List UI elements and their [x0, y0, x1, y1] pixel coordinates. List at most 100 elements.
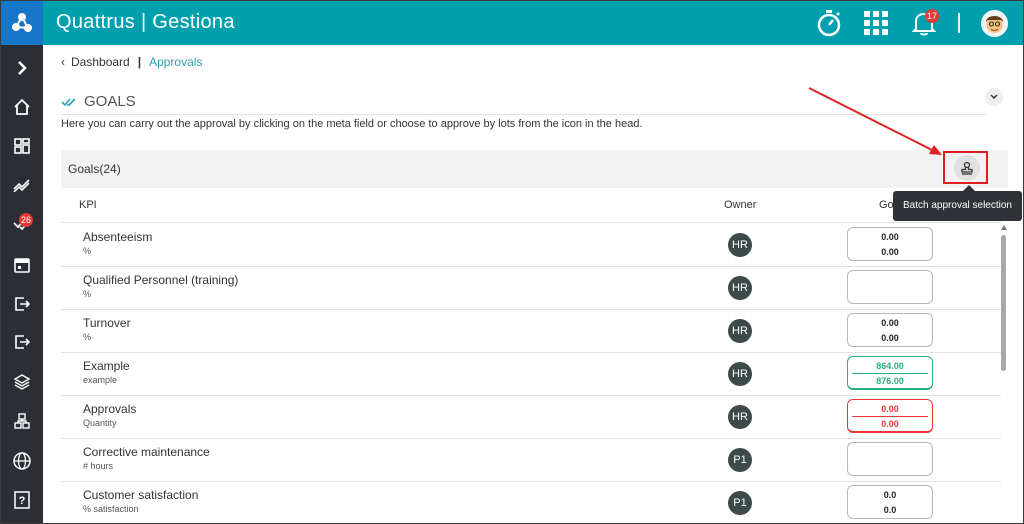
- owner-avatar: HR: [728, 362, 752, 386]
- logo-icon: [12, 13, 32, 32]
- goal-field[interactable]: 0.0 0.0: [847, 485, 933, 519]
- kpi-name: Corrective maintenance: [83, 445, 210, 459]
- trend-icon: [13, 179, 30, 192]
- table-row[interactable]: Turnover % HR 0.00 0.00: [61, 310, 1001, 353]
- kpi-name: Customer satisfaction: [83, 488, 199, 502]
- kpi-unit: % satisfaction: [83, 504, 139, 514]
- goal-value-top: 0.00: [881, 404, 899, 414]
- double-check-icon: [61, 97, 76, 106]
- breadcrumb: ‹ Dashboard | Approvals: [61, 55, 202, 69]
- approvals-badge: 26: [19, 213, 33, 227]
- goal-field-approved[interactable]: 864.00 876.00: [847, 356, 933, 390]
- sidebar-item-exit[interactable]: [1, 289, 43, 319]
- chevron-left-icon[interactable]: ‹: [61, 55, 65, 69]
- owner-avatar: P1: [728, 448, 752, 472]
- kpi-name: Turnover: [83, 316, 131, 330]
- sidebar: 26 ?: [1, 45, 43, 523]
- sidebar-item-help[interactable]: ?: [1, 485, 43, 515]
- header-divider: [958, 13, 960, 33]
- sidebar-item-calendar[interactable]: [1, 250, 43, 280]
- app-window: Quattrus | Gestiona 17 26 ? ‹ Dashboard …: [0, 0, 1024, 524]
- notification-badge: 17: [925, 9, 939, 23]
- logout-icon: [15, 335, 30, 349]
- goal-divider: [852, 373, 928, 374]
- goal-value-top: 0.00: [881, 318, 899, 328]
- help-icon: ?: [14, 491, 30, 509]
- goal-divider: [852, 416, 928, 417]
- kpi-name: Absenteeism: [83, 230, 153, 244]
- goal-value-bottom: 0.0: [883, 505, 897, 515]
- table-row[interactable]: Customer satisfaction % satisfaction P1 …: [61, 482, 1001, 523]
- goals-panel-header: Goals(24): [61, 150, 1008, 188]
- owner-avatar: HR: [728, 276, 752, 300]
- sidebar-item-logout[interactable]: [1, 327, 43, 357]
- section-divider: [61, 114, 986, 115]
- scroll-up-arrow[interactable]: [1001, 225, 1007, 230]
- exit-icon: [15, 297, 30, 311]
- globe-icon: [13, 452, 31, 470]
- owner-avatar: HR: [728, 233, 752, 257]
- kpi-name: Qualified Personnel (training): [83, 273, 239, 287]
- kpi-unit: %: [83, 246, 92, 256]
- kpi-name: Approvals: [83, 402, 137, 416]
- sidebar-item-trend[interactable]: [1, 170, 43, 200]
- stopwatch-icon[interactable]: [816, 9, 842, 42]
- chevron-down-icon: [990, 94, 998, 100]
- section-header: GOALS: [61, 93, 136, 110]
- owner-avatar: P1: [728, 491, 752, 515]
- goal-field[interactable]: [847, 270, 933, 304]
- apps-grid-icon[interactable]: [864, 11, 888, 40]
- table-row[interactable]: Corrective maintenance # hours P1: [61, 439, 1001, 482]
- goal-field[interactable]: 0.00 0.00: [847, 313, 933, 347]
- table-row[interactable]: Qualified Personnel (training) % HR: [61, 267, 1001, 310]
- home-icon: [14, 98, 30, 115]
- goal-field-rejected[interactable]: 0.00 0.00: [847, 399, 933, 433]
- goal-value-bottom: 0.00: [881, 419, 899, 429]
- goal-field[interactable]: [847, 442, 933, 476]
- goal-value-bottom: 876.00: [876, 376, 904, 386]
- dashboard-icon: [14, 138, 30, 154]
- owner-avatar: HR: [728, 319, 752, 343]
- batch-approval-tooltip: Batch approval selection: [893, 191, 1022, 221]
- kpi-unit: Quantity: [83, 418, 117, 428]
- kpi-unit: %: [83, 332, 92, 342]
- breadcrumb-dashboard[interactable]: Dashboard: [71, 55, 130, 69]
- table-row[interactable]: Absenteeism % HR 0.00 0.00: [61, 224, 1001, 267]
- main-content: ‹ Dashboard | Approvals GOALS Here you c…: [43, 45, 1023, 523]
- section-title: GOALS: [84, 93, 136, 110]
- kpi-unit: %: [83, 289, 92, 299]
- owner-avatar: HR: [728, 405, 752, 429]
- table-scrollbar[interactable]: [1000, 225, 1008, 523]
- top-bar: Quattrus | Gestiona 17: [1, 1, 1023, 45]
- annotation-highlight-box: [943, 151, 988, 184]
- scroll-thumb[interactable]: [1001, 235, 1006, 371]
- collapse-button[interactable]: [985, 88, 1003, 106]
- table-row[interactable]: Example example HR 864.00 876.00: [61, 353, 1001, 396]
- user-avatar[interactable]: [981, 10, 1008, 37]
- goal-field[interactable]: 0.00 0.00: [847, 227, 933, 261]
- kpi-unit: # hours: [83, 461, 114, 471]
- layers-icon: [14, 374, 30, 390]
- section-description: Here you can carry out the approval by c…: [61, 118, 643, 130]
- goals-count-title: Goals(24): [68, 162, 121, 176]
- column-header-goal: Go: [879, 199, 894, 211]
- breadcrumb-approvals: Approvals: [149, 55, 203, 69]
- org-chart-icon: [14, 413, 30, 429]
- kpi-unit: example: [83, 375, 118, 385]
- sidebar-expand[interactable]: [1, 53, 43, 83]
- column-header-kpi: KPI: [79, 199, 97, 211]
- sidebar-item-org[interactable]: [1, 406, 43, 436]
- sidebar-item-globe[interactable]: [1, 446, 43, 476]
- sidebar-item-home[interactable]: [1, 92, 43, 122]
- app-logo[interactable]: [1, 1, 43, 45]
- goal-value-top: 0.0: [883, 490, 897, 500]
- goal-value-top: 0.00: [881, 232, 899, 242]
- table-row[interactable]: Approvals Quantity HR 0.00 0.00: [61, 396, 1001, 439]
- chevron-right-icon: [18, 61, 27, 75]
- sidebar-item-dashboard[interactable]: [1, 131, 43, 161]
- breadcrumb-separator: |: [137, 55, 142, 69]
- kpi-name: Example: [83, 359, 130, 373]
- svg-text:?: ?: [19, 495, 26, 507]
- sidebar-item-layers[interactable]: [1, 367, 43, 397]
- calendar-icon: [14, 258, 30, 273]
